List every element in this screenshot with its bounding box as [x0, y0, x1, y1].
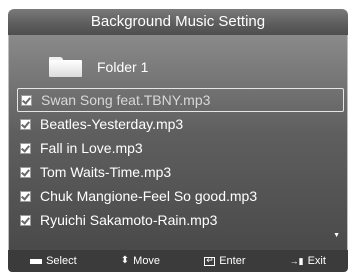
- checkbox[interactable]: [20, 118, 31, 130]
- exit-hint-label: Exit: [307, 255, 326, 267]
- up-down-arrow-icon: ⬍: [120, 255, 130, 266]
- track-name: Tom Waits-Time.mp3: [40, 164, 172, 180]
- track-row[interactable]: Chuk Mangione-Feel So good.mp3: [17, 184, 344, 208]
- select-button-icon: [30, 258, 43, 264]
- exit-icon: →▮: [289, 255, 304, 266]
- checkbox[interactable]: [20, 142, 31, 154]
- move-hint: ⬍ Move: [121, 255, 160, 267]
- enter-hint: Enter: [204, 255, 245, 267]
- track-row[interactable]: Tom Waits-Time.mp3: [17, 160, 344, 184]
- track-list: Swan Song feat.TBNY.mp3 Beatles-Yesterda…: [9, 88, 349, 232]
- select-hint-label: Select: [46, 255, 77, 267]
- exit-hint: →▮ Exit: [290, 255, 326, 267]
- checkbox[interactable]: [20, 214, 31, 226]
- track-name: Swan Song feat.TBNY.mp3: [41, 92, 211, 108]
- track-name: Ryuichi Sakamoto-Rain.mp3: [40, 212, 218, 228]
- track-row[interactable]: Fall in Love.mp3: [17, 136, 344, 160]
- folder-icon: [49, 57, 82, 77]
- track-name: Chuk Mangione-Feel So good.mp3: [40, 188, 258, 204]
- music-setting-window: Background Music Setting Folder 1 Swan S…: [0, 0, 356, 278]
- folder-item[interactable]: Folder 1: [49, 55, 148, 79]
- checkbox[interactable]: [20, 190, 31, 202]
- folder-label: Folder 1: [97, 59, 149, 75]
- track-name: Fall in Love.mp3: [40, 140, 143, 156]
- checkbox[interactable]: [20, 166, 31, 178]
- file-browser-panel: Folder 1 Swan Song feat.TBNY.mp3 Beatles…: [8, 35, 348, 250]
- select-hint: Select: [30, 255, 77, 267]
- enter-icon: [204, 255, 216, 266]
- track-row[interactable]: Ryuichi Sakamoto-Rain.mp3: [17, 208, 344, 232]
- scroll-down-arrow-icon[interactable]: ▼: [333, 232, 340, 239]
- track-name: Beatles-Yesterday.mp3: [40, 116, 184, 132]
- move-hint-label: Move: [133, 255, 161, 267]
- button-hint-bar: Select ⬍ Move Enter →▮ Exit: [8, 250, 348, 272]
- track-row[interactable]: Beatles-Yesterday.mp3: [17, 112, 344, 136]
- checkbox[interactable]: [21, 94, 32, 106]
- enter-hint-label: Enter: [219, 255, 246, 267]
- window-title: Background Music Setting: [8, 9, 348, 35]
- track-row[interactable]: Swan Song feat.TBNY.mp3: [17, 88, 344, 112]
